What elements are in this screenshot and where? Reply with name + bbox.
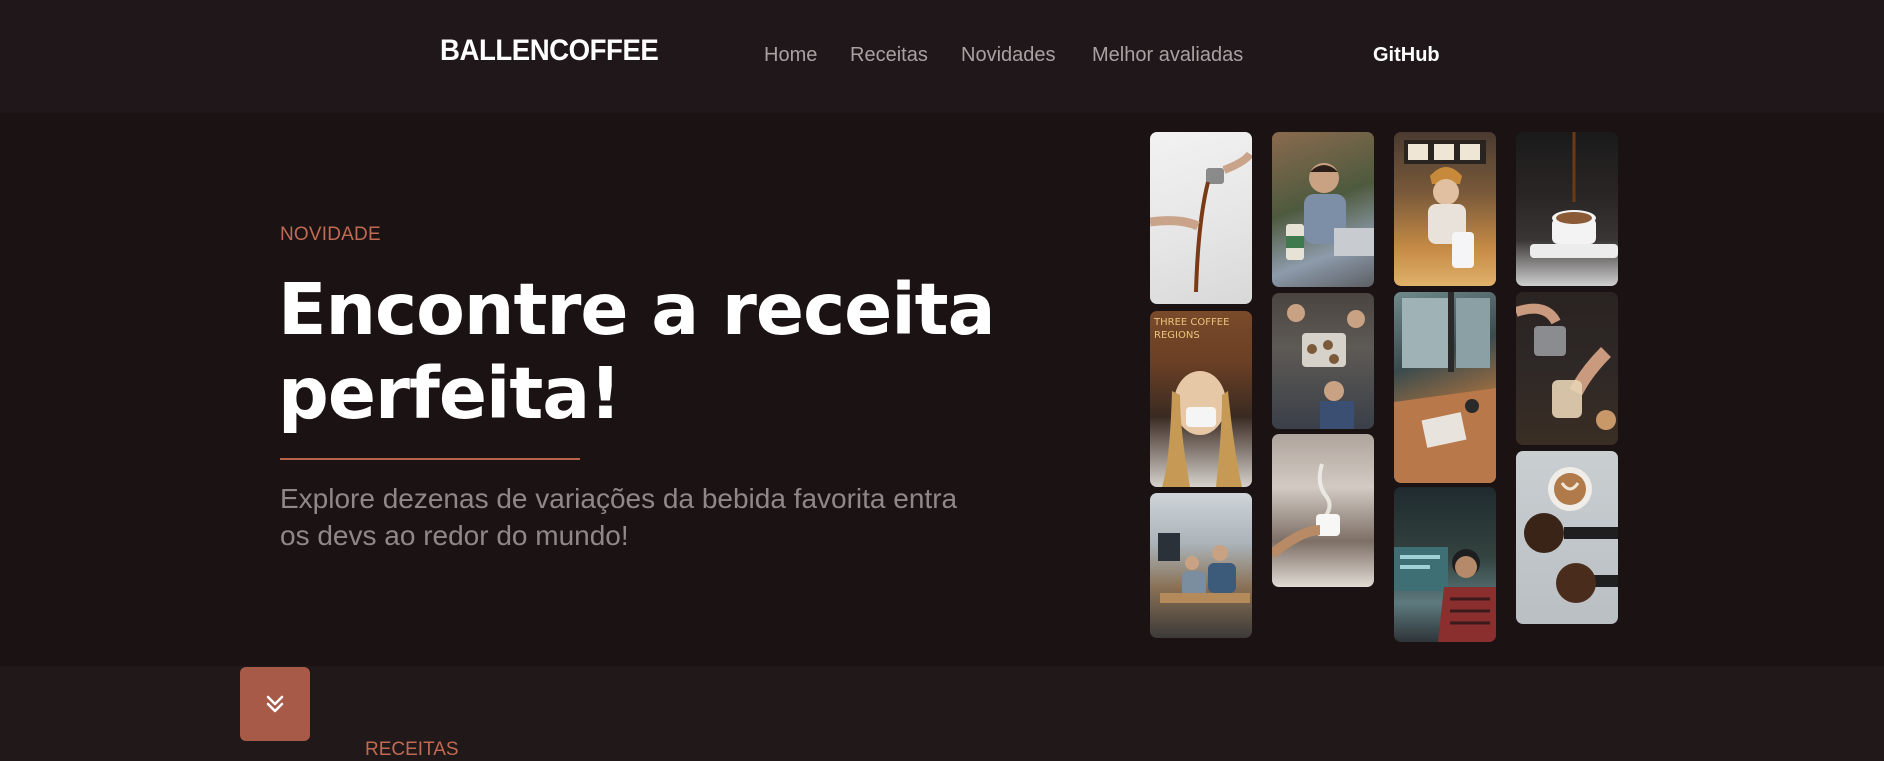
github-link[interactable]: GitHub [1373, 44, 1440, 67]
recipes-section-label: RECEITAS [365, 739, 459, 760]
svg-text:THREE COFFEE: THREE COFFEE [1153, 317, 1229, 328]
latte-art-pour-photo [1516, 292, 1618, 445]
logo[interactable]: BALLENCOFFEE [440, 34, 659, 68]
developer-monitor-photo [1394, 487, 1496, 642]
espresso-beans-photo [1516, 451, 1618, 624]
nav-link-novidades[interactable]: Novidades [961, 44, 1056, 67]
coffee-steam-photo [1272, 434, 1374, 587]
office-team-photo [1150, 493, 1252, 638]
svg-text:REGIONS: REGIONS [1154, 330, 1200, 341]
hero-subtitle-line-1: Explore dezenas de variações da bebida f… [280, 483, 958, 514]
hero-subtitle: Explore dezenas de variações da bebida f… [280, 480, 1040, 554]
nav-link-melhor-avaliadas[interactable]: Melhor avaliadas [1092, 44, 1243, 67]
chevrons-down-icon [266, 695, 284, 713]
nav-link-home[interactable]: Home [764, 44, 817, 67]
hero-subtitle-line-2: os devs ao redor do mundo! [280, 520, 629, 551]
hero-title-line-1: Encontre a receita [278, 268, 996, 351]
nav-link-receitas[interactable]: Receitas [850, 44, 928, 67]
hero-eyebrow: NOVIDADE [280, 224, 381, 245]
woman-drinking-coffee-photo: THREE COFFEE REGIONS [1150, 311, 1252, 487]
scroll-down-button[interactable] [240, 667, 310, 741]
baristas-photo [1272, 293, 1374, 429]
coffee-pour-photo [1150, 132, 1252, 304]
hero-title-line-2: perfeita! [278, 352, 622, 435]
coffee-cup-pour-photo [1516, 132, 1618, 286]
top-navigation-bar [0, 0, 1884, 113]
hero-title: Encontre a receita perfeita! [278, 268, 1078, 436]
man-laptop-coffee-photo [1272, 132, 1374, 287]
hero-divider [280, 458, 580, 460]
window-desk-photo [1394, 292, 1496, 483]
woman-cafe-counter-photo [1394, 132, 1496, 286]
